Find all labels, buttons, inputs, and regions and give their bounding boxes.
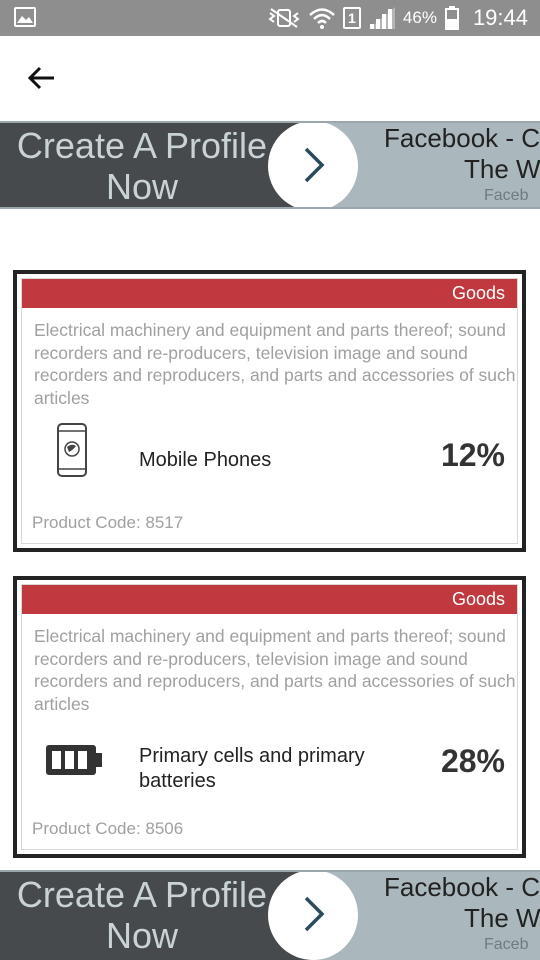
mobile-phone-icon [56, 422, 88, 483]
category-tag: Goods [22, 585, 517, 614]
tax-rate: 12% [440, 437, 505, 473]
wifi-icon [309, 8, 335, 29]
ad-banner-bottom[interactable]: Create A Profile Now Facebook - C The W … [0, 870, 540, 960]
product-card[interactable]: Goods Electrical machinery and equipment… [13, 576, 526, 858]
product-card[interactable]: Goods Electrical machinery and equipment… [13, 270, 526, 552]
product-name: Mobile Phones [139, 449, 272, 471]
product-code: Product Code: 8517 [32, 513, 184, 532]
ad-title: Facebook - C The W [384, 872, 540, 934]
ad-title: Facebook - C The W [384, 123, 540, 185]
ad-next-button[interactable] [268, 123, 358, 207]
ad-title-line1: Facebook - C [384, 872, 540, 902]
gallery-icon [14, 7, 36, 27]
battery-icon [44, 743, 104, 782]
product-code: Product Code: 8506 [32, 819, 184, 838]
chevron-right-icon [304, 896, 325, 932]
ad-title-line2: The W [464, 154, 540, 184]
ad-subtitle: Faceb [484, 187, 529, 204]
ad-headline: Create A Profile Now [16, 874, 268, 956]
card-description: Electrical machinery and equipment and p… [34, 320, 516, 408]
arrow-left-icon [27, 66, 54, 90]
category-tag: Goods [22, 279, 517, 308]
signal-icon [368, 7, 395, 29]
card-description: Electrical machinery and equipment and p… [34, 626, 516, 714]
ad-banner-top[interactable]: Create A Profile Now Facebook - C The W … [0, 121, 540, 209]
product-name: Primary cells and primary batteries [139, 745, 365, 792]
ad-title-line1: Facebook - C [384, 123, 540, 153]
battery-status-icon [444, 6, 459, 30]
ad-subtitle: Faceb [484, 936, 529, 953]
mute-vibrate-icon [268, 8, 300, 28]
status-bar: 1 46% 19:44 [0, 0, 540, 36]
chevron-right-icon [304, 147, 325, 183]
ad-next-button[interactable] [268, 872, 358, 960]
clock: 19:44 [472, 5, 528, 30]
app-bar [0, 36, 540, 120]
battery-percent: 46% [402, 8, 437, 27]
tax-rate: 28% [440, 743, 505, 779]
ad-headline: Create A Profile Now [16, 125, 268, 207]
ad-title-line2: The W [464, 903, 540, 933]
sim-icon: 1 [342, 7, 361, 29]
back-button[interactable] [24, 60, 60, 96]
